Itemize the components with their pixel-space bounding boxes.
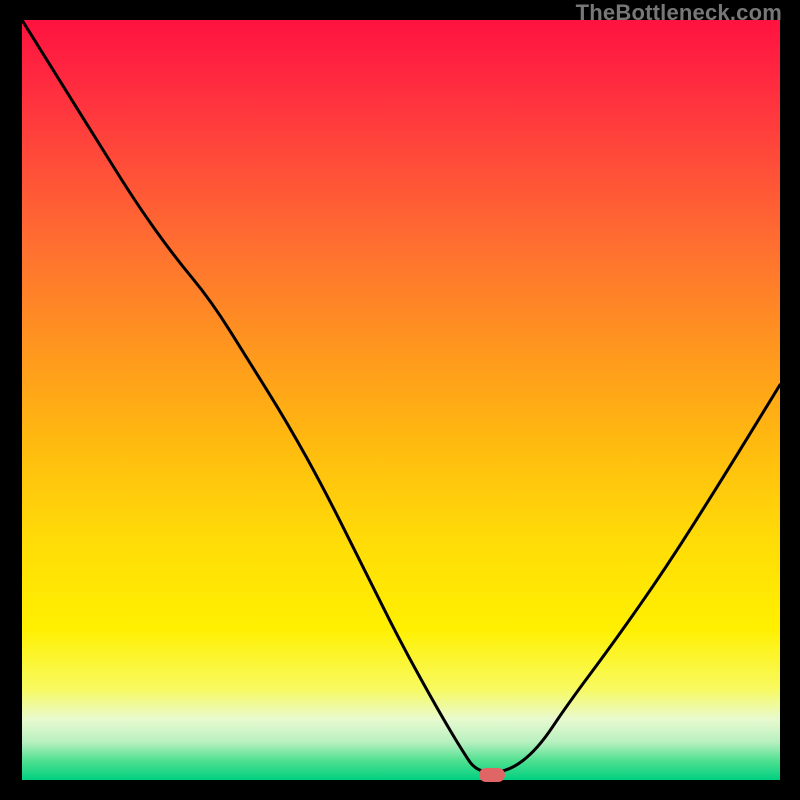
gradient-background (22, 20, 780, 780)
chart-frame (22, 20, 780, 780)
optimal-marker (479, 768, 505, 782)
bottleneck-chart (22, 20, 780, 780)
